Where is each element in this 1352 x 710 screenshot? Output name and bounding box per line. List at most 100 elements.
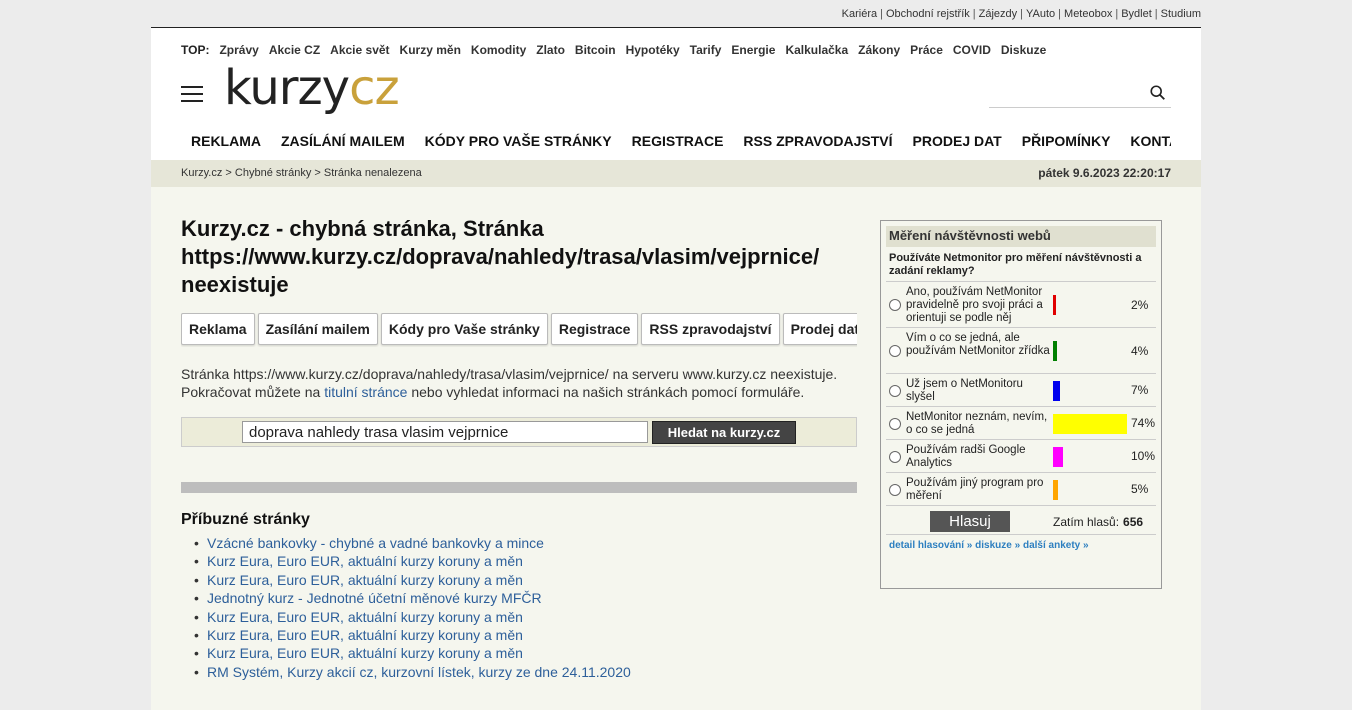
- button-row: Reklama Zasílání mailem Kódy pro Vaše strá…: [181, 313, 857, 347]
- button-zasilani-mailem[interactable]: Zasílání mailem: [257, 313, 378, 345]
- related-link[interactable]: Jednotný kurz - Jednotné účetní měnové k…: [207, 590, 542, 606]
- toplink-kariera[interactable]: Kariéra: [842, 8, 877, 20]
- page: TOP: Zprávy Akcie CZ Akcie svět Kurzy měn Kom…: [151, 27, 1201, 710]
- button-registrace[interactable]: Registrace: [550, 313, 639, 345]
- poll-option-radio[interactable]: [889, 345, 901, 357]
- homepage-link[interactable]: titulní stránce: [324, 384, 407, 400]
- poll-link-diskuze[interactable]: diskuze »: [975, 540, 1020, 551]
- poll-option-percent: 2%: [1131, 297, 1149, 312]
- related-link[interactable]: RM Systém, Kurzy akcií cz, kurzovní líst…: [207, 664, 631, 680]
- title-line-2: https://www.kurzy.cz/doprava/nahledy/tra…: [181, 244, 820, 269]
- mainnav-pripominky[interactable]: PŘIPOMÍNKY: [1022, 133, 1111, 149]
- vote-button[interactable]: Hlasuj: [930, 511, 1010, 532]
- poll-option-radio[interactable]: [889, 483, 901, 496]
- poll-option-percent: 74%: [1131, 416, 1156, 430]
- toplink-meteobox[interactable]: Meteobox: [1064, 8, 1112, 20]
- poll-option-label: Už jsem o NetMonitoru slyšel: [906, 377, 1023, 403]
- poll-link-dalsi-ankety[interactable]: další ankety »: [1023, 540, 1089, 551]
- poll-option[interactable]: NetMonitor neznám, nevím, o co se jedná 7…: [886, 407, 1156, 440]
- topnav-bitcoin[interactable]: Bitcoin: [575, 43, 616, 57]
- top-nav-label: TOP:: [181, 43, 210, 57]
- page-title: Kurzy.cz - chybná stránka, Stránka https…: [181, 215, 857, 299]
- button-reklama[interactable]: Reklama: [181, 313, 255, 345]
- poll-option-label: Používám jiný program pro měření: [906, 476, 1044, 502]
- topnav-covid[interactable]: COVID: [953, 43, 991, 57]
- topnav-zpravy[interactable]: Zprávy: [219, 43, 258, 57]
- link-separator: |: [1115, 8, 1119, 20]
- topnav-zlato[interactable]: Zlato: [536, 43, 565, 57]
- poll-option[interactable]: Ano, používám NetMonitor pravidelně pro …: [886, 282, 1156, 328]
- poll-option[interactable]: Používám radši Google Analytics 10%: [886, 440, 1156, 473]
- related-link[interactable]: Vzácné bankovky - chybné a vadné bankovk…: [207, 535, 544, 551]
- mainnav-prodej-dat[interactable]: PRODEJ DAT: [913, 133, 1002, 149]
- button-rss-zpravodajstvi[interactable]: RSS zpravodajství: [641, 313, 780, 345]
- poll-option[interactable]: Vím o co se jedná, ale používám NetMonit…: [886, 328, 1156, 374]
- topnav-kurzy-men[interactable]: Kurzy měn: [400, 43, 461, 57]
- related-link[interactable]: Kurz Eura, Euro EUR, aktuální kurzy koru…: [207, 609, 523, 625]
- mainnav-zasilani-mailem[interactable]: ZASÍLÁNÍ MAILEM: [281, 133, 405, 149]
- topnav-kalkulacka[interactable]: Kalkulačka: [785, 43, 848, 57]
- top-nav: TOP: Zprávy Akcie CZ Akcie svět Kurzy měn Kom…: [181, 43, 1056, 57]
- list-item: Kurz Eura, Euro EUR, aktuální kurzy koru…: [194, 571, 857, 590]
- topnav-akcie-cz[interactable]: Akcie CZ: [269, 43, 320, 57]
- topnav-zakony[interactable]: Zákony: [858, 43, 900, 57]
- related-link[interactable]: Kurz Eura, Euro EUR, aktuální kurzy koru…: [207, 627, 523, 643]
- mainnav-reklama[interactable]: REKLAMA: [191, 133, 261, 149]
- vote-total-value: 656: [1123, 515, 1144, 529]
- topnav-tarify[interactable]: Tarify: [690, 43, 722, 57]
- poll-option-bar: [1053, 413, 1127, 434]
- link-separator: |: [880, 8, 883, 20]
- mainnav-kody-pro-vase-stranky[interactable]: KÓDY PRO VAŠE STRÁNKY: [425, 133, 612, 149]
- related-link[interactable]: Kurz Eura, Euro EUR, aktuální kurzy koru…: [207, 572, 523, 588]
- poll-title: Měření návštěvnosti webů: [886, 226, 1156, 247]
- button-prodej-dat[interactable]: Prodej dat: [782, 313, 857, 345]
- site-search-button[interactable]: Hledat na kurzy.cz: [652, 421, 796, 444]
- error-text-after: nebo vyhledat informaci na našich stránk…: [407, 384, 805, 400]
- toplink-yauto[interactable]: YAuto: [1026, 8, 1055, 20]
- topnav-prace[interactable]: Práce: [910, 43, 943, 57]
- site-search-input[interactable]: [242, 421, 648, 443]
- divider-bar: [181, 482, 857, 493]
- poll-option[interactable]: Už jsem o NetMonitoru slyšel 7%: [886, 374, 1156, 407]
- breadcrumb[interactable]: Kurzy.cz > Chybné stránky > Stránka nena…: [181, 167, 422, 179]
- header: TOP: Zprávy Akcie CZ Akcie svět Kurzy měn Kom…: [151, 27, 1201, 160]
- poll-option-percent: 10%: [1131, 449, 1156, 463]
- poll-option-radio[interactable]: [889, 417, 901, 430]
- mainnav-registrace[interactable]: REGISTRACE: [632, 133, 724, 149]
- toplink-zajezdy[interactable]: Zájezdy: [979, 8, 1018, 20]
- related-link[interactable]: Kurz Eura, Euro EUR, aktuální kurzy koru…: [207, 645, 523, 661]
- mainnav-rss-zpravodajstvi[interactable]: RSS ZPRAVODAJSTVÍ: [743, 133, 892, 149]
- poll-option-radio[interactable]: [889, 450, 901, 463]
- menu-icon[interactable]: [181, 86, 203, 103]
- toplink-bydlet[interactable]: Bydlet: [1121, 8, 1152, 20]
- poll-option-bar: [1053, 479, 1058, 500]
- poll-link-detail-hlasovani[interactable]: detail hlasování »: [889, 540, 972, 551]
- topnav-komodity[interactable]: Komodity: [471, 43, 526, 57]
- toplink-obchodni-rejstrik[interactable]: Obchodní rejstřík: [886, 8, 970, 20]
- logo[interactable]: kurzycz: [224, 64, 400, 112]
- breadcrumb-bar: Kurzy.cz > Chybné stránky > Stránka nena…: [151, 160, 1201, 187]
- toplink-studium[interactable]: Studium: [1161, 8, 1201, 20]
- poll-option[interactable]: Používám jiný program pro měření 5%: [886, 473, 1156, 506]
- related-heading: Příbuzné stránky: [181, 511, 310, 528]
- datetime: pátek 9.6.2023 22:20:17: [1038, 166, 1171, 180]
- topnav-diskuze[interactable]: Diskuze: [1001, 43, 1046, 57]
- main-content: Kurzy.cz - chybná stránka, Stránka https…: [181, 215, 857, 682]
- mainnav-kontakty[interactable]: KONTAKTY: [1130, 133, 1171, 149]
- logo-part1: kurzy: [224, 60, 350, 116]
- topnav-akcie-svet[interactable]: Akcie svět: [330, 43, 389, 57]
- topnav-hypoteky[interactable]: Hypotéky: [626, 43, 680, 57]
- topnav-energie[interactable]: Energie: [731, 43, 775, 57]
- link-separator: |: [972, 8, 976, 20]
- search-icon[interactable]: [1149, 84, 1167, 102]
- poll-option-radio[interactable]: [889, 384, 901, 397]
- poll-option-radio[interactable]: [889, 299, 901, 311]
- title-line-3: neexistuje: [181, 272, 289, 297]
- poll-option-label: NetMonitor neznám, nevím, o co se jedná: [906, 410, 1048, 436]
- search-input[interactable]: [989, 80, 1171, 108]
- related-link[interactable]: Kurz Eura, Euro EUR, aktuální kurzy koru…: [207, 553, 523, 569]
- poll-option-label: Ano, používám NetMonitor pravidelně pro …: [906, 285, 1043, 324]
- poll-option-label: Používám radši Google Analytics: [906, 443, 1026, 469]
- button-kody-pro-vase-stranky[interactable]: Kódy pro Vaše stránky: [380, 313, 548, 345]
- poll-option-percent: 4%: [1131, 343, 1149, 358]
